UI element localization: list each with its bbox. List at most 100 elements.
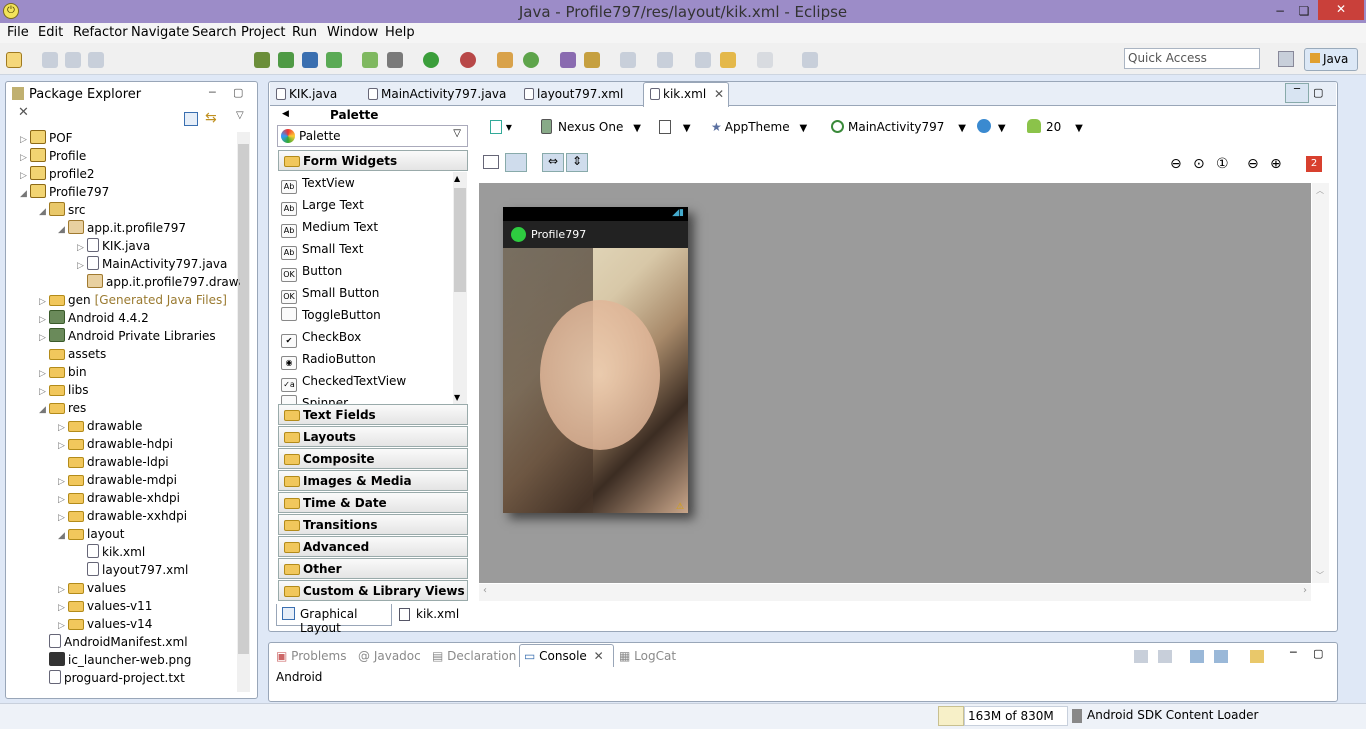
- android-new-icon[interactable]: [362, 52, 378, 68]
- open-perspective-icon[interactable]: [1278, 51, 1294, 67]
- locale-dropdown[interactable]: ▼: [977, 116, 1006, 138]
- tab-graphical-layout[interactable]: Graphical Layout: [276, 604, 392, 635]
- collapse-palette-icon[interactable]: ◀: [282, 109, 289, 119]
- zoom-out-icon[interactable]: ⊖: [1247, 156, 1259, 172]
- tree-item[interactable]: ▷ MainActivity797.java: [77, 255, 227, 273]
- close-icon[interactable]: ✕: [714, 87, 724, 101]
- open-type-icon[interactable]: [560, 52, 576, 68]
- tree-item[interactable]: ▷ KIK.java: [77, 237, 150, 255]
- minimize-view-icon[interactable]: ─: [1290, 646, 1297, 659]
- zoom-emulate-icon[interactable]: ⊖: [1170, 156, 1182, 172]
- tab-console-content[interactable]: ▭ Console ✕: [524, 649, 604, 663]
- palette-widget[interactable]: OK Small Button: [278, 282, 452, 304]
- new-class-icon[interactable]: [523, 52, 539, 68]
- save-icon[interactable]: [42, 52, 58, 68]
- tree-item[interactable]: ▷ drawable-xxhdpi: [58, 507, 187, 525]
- tree-item[interactable]: ▷ values-v11: [58, 597, 152, 615]
- last-edit-icon[interactable]: [695, 52, 711, 68]
- tree-item[interactable]: assets: [39, 345, 106, 363]
- menu-refactor[interactable]: Refactor: [73, 25, 128, 40]
- forward-icon[interactable]: [757, 52, 773, 68]
- new-icon[interactable]: [6, 52, 22, 68]
- minimize-button[interactable]: −: [1268, 2, 1292, 20]
- zoom-100-icon[interactable]: ①: [1216, 156, 1229, 172]
- menu-navigate[interactable]: Navigate: [131, 25, 189, 40]
- palette-widget[interactable]: ✓a CheckedTextView: [278, 370, 452, 392]
- tree-item[interactable]: ▷ gen [Generated Java Files]: [39, 291, 227, 309]
- scroll-lock-icon[interactable]: [1158, 650, 1172, 663]
- check-icon[interactable]: [326, 52, 342, 68]
- tree-item[interactable]: ◢ layout: [58, 525, 124, 543]
- tree-item[interactable]: layout797.xml: [77, 561, 188, 579]
- zoom-fit-icon[interactable]: ⊙: [1193, 156, 1205, 172]
- run-icon[interactable]: [423, 52, 439, 68]
- expand-toggle-icon[interactable]: ◢: [39, 203, 49, 221]
- palette-category[interactable]: Layouts: [278, 426, 468, 447]
- orientation-dropdown[interactable]: ▼: [659, 116, 691, 138]
- link-with-editor-icon[interactable]: ⇆: [205, 110, 217, 126]
- save-all-icon[interactable]: [65, 52, 81, 68]
- search-icon[interactable]: [584, 52, 600, 68]
- close-button[interactable]: ✕: [1318, 0, 1364, 20]
- palette-widget[interactable]: Ab TextView: [278, 172, 452, 194]
- palette-widget[interactable]: ✔ CheckBox: [278, 326, 452, 348]
- debug-icon[interactable]: [387, 52, 403, 68]
- fit-height-icon[interactable]: ⇕: [566, 153, 588, 172]
- tree-item[interactable]: ▷ Android 4.4.2: [39, 309, 149, 327]
- palette-category[interactable]: Time & Date: [278, 492, 468, 513]
- palette-widget[interactable]: ToggleButton: [278, 304, 452, 326]
- java-perspective-button[interactable]: Java: [1304, 48, 1358, 71]
- tree-item[interactable]: ◢ Profile797: [20, 183, 109, 201]
- tree-item[interactable]: ▷ drawable: [58, 417, 142, 435]
- open-console-icon[interactable]: [1250, 650, 1264, 663]
- tree-item[interactable]: ▷ values: [58, 579, 126, 597]
- tree-item[interactable]: ▷ drawable-mdpi: [58, 471, 177, 489]
- palette-widget[interactable]: ◉ RadioButton: [278, 348, 452, 370]
- tree-item[interactable]: ◢ res: [39, 399, 86, 417]
- palette-category[interactable]: Images & Media: [278, 470, 468, 491]
- menu-run[interactable]: Run: [292, 25, 317, 40]
- scroll-down-icon[interactable]: ▼: [454, 393, 460, 402]
- tab-layout797-xml[interactable]: layout797.xml: [524, 84, 623, 105]
- palette-widget[interactable]: OK Button: [278, 260, 452, 282]
- fit-width-icon[interactable]: ⇔: [542, 153, 564, 172]
- tree-item[interactable]: drawable-ldpi: [58, 453, 169, 471]
- package-explorer-tab[interactable]: Package Explorer ✕: [12, 86, 152, 120]
- view-menu-icon[interactable]: ▽: [236, 110, 244, 121]
- expand-toggle-icon[interactable]: ◢: [58, 527, 68, 545]
- back-icon[interactable]: [720, 52, 736, 68]
- download-icon[interactable]: [254, 52, 270, 68]
- collapse-all-icon[interactable]: [184, 112, 198, 126]
- menu-help[interactable]: Help: [385, 25, 415, 40]
- tab-problems[interactable]: ▣ Problems: [276, 649, 346, 663]
- tree-item[interactable]: ▷ Profile: [20, 147, 86, 165]
- zoom-in-icon[interactable]: ⊕: [1270, 156, 1282, 172]
- palette-category[interactable]: Composite: [278, 448, 468, 469]
- canvas-horizontal-scrollbar[interactable]: ‹ ›: [479, 584, 1311, 601]
- clear-console-icon[interactable]: [1134, 650, 1148, 663]
- tab-mainactivity797-java[interactable]: MainActivity797.java: [368, 84, 506, 105]
- palette-scroll-thumb[interactable]: [454, 188, 466, 292]
- expand-toggle-icon[interactable]: ◢: [20, 185, 30, 203]
- palette-category-form-widgets[interactable]: Form Widgets: [278, 150, 468, 171]
- tree-item[interactable]: ▷ values-v14: [58, 615, 152, 633]
- tree-item[interactable]: ▷ drawable-xhdpi: [58, 489, 180, 507]
- tree-item[interactable]: ▷ drawable-hdpi: [58, 435, 173, 453]
- maximize-view-icon[interactable]: ▢: [233, 86, 243, 99]
- maximize-editor-icon[interactable]: ▢: [1313, 86, 1323, 99]
- external-tools-icon[interactable]: [460, 52, 476, 68]
- tab-kik-xml-source[interactable]: kik.xml: [396, 604, 459, 626]
- scroll-up-icon[interactable]: ▲: [454, 174, 460, 183]
- api-level-dropdown[interactable]: 20 ▼: [1027, 116, 1083, 138]
- activity-dropdown[interactable]: MainActivity797 ▼: [831, 116, 966, 138]
- palette-category[interactable]: Text Fields: [278, 404, 468, 425]
- print-icon[interactable]: [88, 52, 104, 68]
- palette-widget[interactable]: Ab Small Text: [278, 238, 452, 260]
- next-annotation-icon[interactable]: [620, 52, 636, 68]
- expand-toggle-icon[interactable]: ◢: [58, 221, 68, 239]
- tree-item[interactable]: ◢ app.it.profile797: [58, 219, 186, 237]
- close-icon[interactable]: ✕: [594, 649, 604, 663]
- menu-search[interactable]: Search: [192, 25, 237, 40]
- sdk-manager-icon[interactable]: [278, 52, 294, 68]
- tree-item[interactable]: ▷ profile2: [20, 165, 95, 183]
